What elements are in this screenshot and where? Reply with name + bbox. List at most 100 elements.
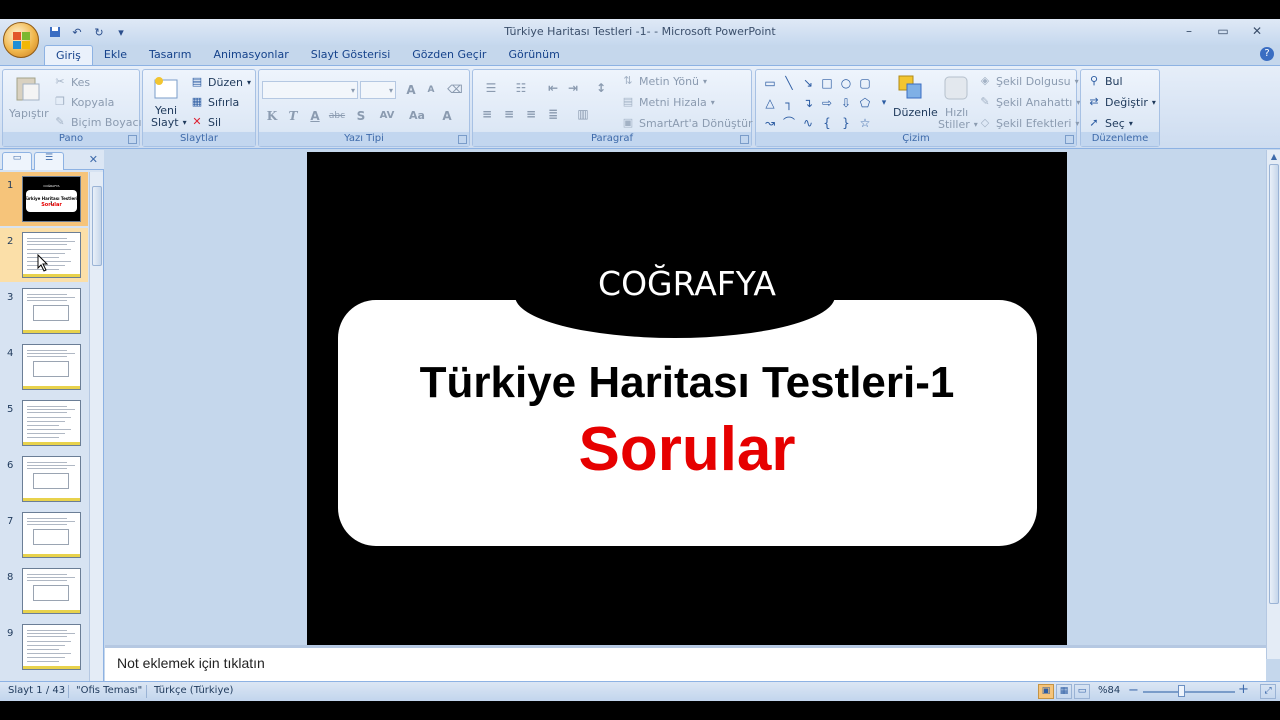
smartart-button[interactable]: ▣SmartArt'a Dönüştür▾ [621, 116, 761, 130]
close-button[interactable]: ✕ [1240, 21, 1274, 41]
align-left-icon[interactable]: ≡ [477, 105, 497, 123]
copy-button[interactable]: ❐ Kopyala [53, 95, 114, 109]
font-size-combo[interactable]: ▾ [360, 81, 396, 99]
arrange-icon[interactable] [897, 74, 925, 102]
minimize-button[interactable]: – [1172, 21, 1206, 41]
shrink-font-button[interactable]: A [421, 81, 441, 99]
dialog-launcher-icon[interactable] [128, 135, 137, 144]
undo-icon[interactable]: ↶ [68, 24, 86, 40]
text-direction-button[interactable]: ⇅ Metin Yönü ▾ [621, 74, 707, 88]
pentagon-shape-icon[interactable]: ⬠ [857, 95, 873, 111]
elbow-arrow-shape-icon[interactable]: ↴ [800, 95, 816, 111]
zoom-slider-knob[interactable] [1178, 685, 1185, 697]
numbering-icon[interactable]: ☷ [507, 79, 535, 97]
layout-button[interactable]: ▤ Düzen ▾ [190, 75, 251, 89]
new-slide-label-2[interactable]: Slayt ▾ [151, 116, 187, 129]
slide-thumbnail-1[interactable]: 1 COĞRAFYA Türkiye Haritası Testleri-1 Soru… [0, 172, 88, 226]
tab-animasyonlar[interactable]: Animasyonlar [202, 45, 299, 65]
shapes-more-icon[interactable]: ▾ [876, 95, 892, 111]
bold-button[interactable]: K [262, 107, 282, 125]
zoom-slider[interactable] [1143, 691, 1235, 693]
triangle-shape-icon[interactable]: △ [762, 95, 778, 111]
shape-outline-button[interactable]: ✎ Şekil Anahattı ▾ [978, 95, 1080, 109]
tab-tasarim[interactable]: Tasarım [138, 45, 202, 65]
notes-pane[interactable]: Not eklemek için tıklatın [105, 645, 1266, 681]
fit-to-window-icon[interactable]: ⤢ [1260, 684, 1276, 699]
columns-icon[interactable]: ▥ [569, 105, 597, 123]
bullets-icon[interactable]: ☰ [477, 79, 505, 97]
tab-ekle[interactable]: Ekle [93, 45, 138, 65]
zoom-in-button[interactable]: + [1238, 682, 1249, 697]
clear-formatting-icon[interactable]: ⌫ [445, 81, 465, 99]
customize-qat-icon[interactable]: ▾ [112, 24, 130, 40]
slide-thumbnail-7[interactable]: 7 [0, 508, 88, 562]
character-spacing-button[interactable]: AV [373, 107, 401, 125]
slide-thumbnail-5[interactable]: 5 [0, 396, 88, 450]
arc-shape-icon[interactable]: ⌒ [781, 115, 797, 131]
replace-button[interactable]: ⇄ Değiştir ▾ [1087, 95, 1156, 109]
slide-scrollbar[interactable]: ▲ [1266, 150, 1280, 659]
outline-tab-icon[interactable]: ☰ [34, 152, 64, 170]
align-right-icon[interactable]: ≡ [521, 105, 541, 123]
right-arrow-shape-icon[interactable]: ⇨ [819, 95, 835, 111]
save-icon[interactable] [46, 24, 64, 40]
tab-gorunum[interactable]: Görünüm [497, 45, 570, 65]
slide-subtitle-red[interactable]: Sorular [307, 414, 1067, 485]
shape-effects-button[interactable]: ◇ Şekil Efektleri ▾ [978, 116, 1080, 130]
slideshow-view-icon[interactable]: ▭ [1074, 684, 1090, 699]
paste-icon[interactable] [13, 74, 41, 102]
rectangle-shape-icon[interactable]: □ [819, 75, 835, 91]
delete-slide-button[interactable]: ✕ Sil [190, 115, 221, 129]
font-color-button[interactable]: A [437, 107, 457, 125]
change-case-button[interactable]: Aa [403, 107, 431, 125]
star-shape-icon[interactable]: ☆ [857, 115, 873, 131]
slide-thumbnail-6[interactable]: 6 [0, 452, 88, 506]
italic-button[interactable]: T [283, 107, 303, 125]
slide-sorter-view-icon[interactable]: ▦ [1056, 684, 1072, 699]
maximize-button[interactable]: ▭ [1206, 21, 1240, 41]
normal-view-icon[interactable]: ▣ [1038, 684, 1054, 699]
down-arrow-shape-icon[interactable]: ⇩ [838, 95, 854, 111]
strikethrough-button[interactable]: abc [327, 107, 347, 125]
oval-shape-icon[interactable]: ○ [838, 75, 854, 91]
paste-button[interactable]: Yapıştır [9, 107, 49, 120]
underline-button[interactable]: A [305, 107, 325, 125]
slide-thumbnail-8[interactable]: 8 [0, 564, 88, 618]
format-painter-button[interactable]: ✎ Biçim Boyacısı [53, 115, 150, 129]
tab-slayt-gosterisi[interactable]: Slayt Gösterisi [300, 45, 402, 65]
shadow-button[interactable]: S [351, 107, 371, 125]
dialog-launcher-icon[interactable] [1065, 135, 1074, 144]
zoom-level[interactable]: %84 [1098, 685, 1120, 696]
theme-name[interactable]: "Ofis Teması" [76, 685, 142, 696]
justify-icon[interactable]: ≣ [543, 105, 563, 123]
arrow-line-shape-icon[interactable]: ↘ [800, 75, 816, 91]
slide-title[interactable]: Türkiye Haritası Testleri-1 [307, 358, 1067, 408]
slide-thumbnail-3[interactable]: 3 [0, 284, 88, 338]
grow-font-button[interactable]: A [401, 81, 421, 99]
slide-thumbnail-4[interactable]: 4 [0, 340, 88, 394]
slide-canvas[interactable]: COĞRAFYA Türkiye Haritası Testleri-1 Sor… [307, 152, 1067, 659]
curve-arrow-shape-icon[interactable]: ↝ [762, 115, 778, 131]
dialog-launcher-icon[interactable] [740, 135, 749, 144]
align-center-icon[interactable]: ≡ [499, 105, 519, 123]
left-brace-shape-icon[interactable]: { [819, 115, 835, 131]
notes-placeholder[interactable]: Not eklemek için tıklatın [117, 655, 265, 671]
reset-button[interactable]: ▦ Sıfırla [190, 95, 240, 109]
office-button[interactable] [3, 22, 39, 58]
slide-thumbnail-9[interactable]: 9 [0, 620, 88, 674]
dialog-launcher-icon[interactable] [458, 135, 467, 144]
close-panel-icon[interactable]: ✕ [89, 153, 98, 166]
increase-indent-icon[interactable]: ⇥ [563, 79, 583, 97]
font-family-combo[interactable]: ▾ [262, 81, 358, 99]
zoom-out-button[interactable]: − [1128, 683, 1139, 698]
find-button[interactable]: ⚲ Bul [1087, 74, 1123, 88]
decrease-indent-icon[interactable]: ⇤ [543, 79, 563, 97]
line-shape-icon[interactable]: ╲ [781, 75, 797, 91]
language[interactable]: Türkçe (Türkiye) [154, 685, 233, 696]
wave-shape-icon[interactable]: ∿ [800, 115, 816, 131]
textbox-shape-icon[interactable]: ▭ [762, 75, 778, 91]
tab-giris[interactable]: Giriş [44, 45, 93, 65]
shape-fill-button[interactable]: ◈ Şekil Dolgusu ▾ [978, 74, 1079, 88]
quick-styles-label-2[interactable]: Stiller ▾ [938, 118, 978, 131]
slides-scrollbar[interactable] [89, 172, 103, 681]
